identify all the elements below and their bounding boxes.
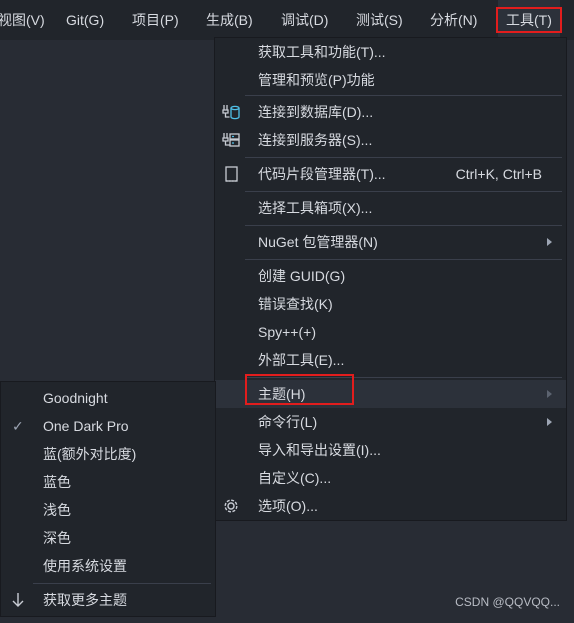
menu-debug[interactable]: 调试(D) — [281, 0, 328, 40]
menu-view[interactable]: 视图(V) — [0, 0, 45, 40]
menu-separator — [245, 157, 562, 158]
menu-item-command-line[interactable]: 命令行(L) — [215, 408, 566, 436]
menu-item-options[interactable]: 选项(O)... — [215, 492, 566, 520]
menu-item-create-guid[interactable]: 创建 GUID(G) — [215, 262, 566, 290]
menu-separator — [245, 259, 562, 260]
theme-item-blue[interactable]: 蓝色 — [1, 468, 215, 496]
theme-item-label: 蓝(额外对比度) — [43, 446, 137, 462]
check-icon: ✓ — [12, 418, 24, 434]
theme-item-get-more[interactable]: 获取更多主题 — [1, 586, 215, 614]
menu-item-external-tools[interactable]: 外部工具(E)... — [215, 346, 566, 374]
gear-icon — [221, 496, 241, 516]
snippet-icon — [221, 164, 241, 184]
menu-item-label: 管理和预览(P)功能 — [258, 72, 375, 88]
download-arrow-icon — [10, 592, 26, 608]
menu-separator — [245, 95, 562, 96]
menu-item-label: 选项(O)... — [258, 498, 318, 514]
submenu-arrow-icon — [547, 238, 552, 246]
menu-item-spy[interactable]: Spy++(+) — [215, 318, 566, 346]
theme-item-system[interactable]: 使用系统设置 — [1, 552, 215, 580]
menu-item-shortcut: Ctrl+K, Ctrl+B — [455, 166, 542, 182]
menu-item-customize[interactable]: 自定义(C)... — [215, 464, 566, 492]
menu-test[interactable]: 测试(S) — [356, 0, 403, 40]
theme-item-label: Goodnight — [43, 390, 108, 406]
menu-item-label: 自定义(C)... — [258, 470, 332, 486]
menu-item-connect-database[interactable]: 连接到数据库(D)... — [215, 98, 566, 126]
server-connect-icon — [221, 130, 241, 150]
theme-submenu: Goodnight ✓ One Dark Pro 蓝(额外对比度) 蓝色 浅色 … — [0, 381, 216, 617]
menu-separator — [33, 583, 211, 584]
menu-item-label: 错误查找(K) — [258, 296, 333, 312]
menu-item-choose-toolbox[interactable]: 选择工具箱项(X)... — [215, 194, 566, 222]
theme-item-label: 浅色 — [43, 502, 71, 518]
menu-item-nuget[interactable]: NuGet 包管理器(N) — [215, 228, 566, 256]
menu-item-label: Spy++(+) — [258, 324, 316, 340]
theme-item-blue-high-contrast[interactable]: 蓝(额外对比度) — [1, 440, 215, 468]
theme-item-dark[interactable]: 深色 — [1, 524, 215, 552]
menu-item-label: 选择工具箱项(X)... — [258, 200, 373, 216]
menu-item-label: 代码片段管理器(T)... — [258, 166, 386, 182]
theme-item-label: 深色 — [43, 530, 71, 546]
submenu-arrow-icon — [547, 390, 552, 398]
menu-item-label: 主题(H) — [244, 374, 355, 408]
theme-item-label: 蓝色 — [43, 474, 71, 490]
menu-item-import-export[interactable]: 导入和导出设置(I)... — [215, 436, 566, 464]
menu-item-label: 命令行(L) — [258, 414, 318, 430]
tools-dropdown: 获取工具和功能(T)... 管理和预览(P)功能 连接到数据库(D)... 连接… — [214, 37, 567, 521]
menu-separator — [245, 225, 562, 226]
menu-item-label: 导入和导出设置(I)... — [258, 442, 381, 458]
theme-item-goodnight[interactable]: Goodnight — [1, 384, 215, 412]
menu-item-label: 获取工具和功能(T)... — [258, 44, 386, 60]
menu-item-label: 创建 GUID(G) — [258, 268, 346, 284]
menu-item-manage-preview[interactable]: 管理和预览(P)功能 — [215, 66, 566, 94]
menu-item-label: NuGet 包管理器(N) — [258, 234, 378, 250]
theme-item-label: One Dark Pro — [43, 418, 129, 434]
menu-item-error-lookup[interactable]: 错误查找(K) — [215, 290, 566, 318]
menu-item-label: 连接到数据库(D)... — [258, 104, 374, 120]
theme-item-label: 获取更多主题 — [43, 592, 127, 608]
menu-item-get-tools[interactable]: 获取工具和功能(T)... — [215, 38, 566, 66]
theme-item-label: 使用系统设置 — [43, 558, 127, 574]
menu-item-label: 连接到服务器(S)... — [258, 132, 373, 148]
menu-analyze[interactable]: 分析(N) — [430, 0, 477, 40]
menu-item-snippet-manager[interactable]: 代码片段管理器(T)... Ctrl+K, Ctrl+B — [215, 160, 566, 188]
menu-project[interactable]: 项目(P) — [132, 0, 179, 40]
submenu-arrow-icon — [547, 418, 552, 426]
database-connect-icon — [221, 102, 241, 122]
menu-git[interactable]: Git(G) — [66, 0, 104, 40]
menu-separator — [245, 191, 562, 192]
menu-item-label: 外部工具(E)... — [258, 352, 345, 368]
menu-tools-label: 工具(T) — [506, 12, 552, 28]
theme-item-light[interactable]: 浅色 — [1, 496, 215, 524]
menu-item-connect-server[interactable]: 连接到服务器(S)... — [215, 126, 566, 154]
menu-tools[interactable]: 工具(T) — [496, 0, 562, 40]
menu-item-theme[interactable]: 主题(H) — [215, 374, 566, 408]
theme-item-one-dark-pro[interactable]: ✓ One Dark Pro — [1, 412, 215, 440]
menu-bar: 视图(V) Git(G) 项目(P) 生成(B) 调试(D) 测试(S) 分析(… — [0, 0, 574, 40]
watermark-text: CSDN @QQVQQ... — [455, 595, 560, 609]
menu-build[interactable]: 生成(B) — [206, 0, 253, 40]
